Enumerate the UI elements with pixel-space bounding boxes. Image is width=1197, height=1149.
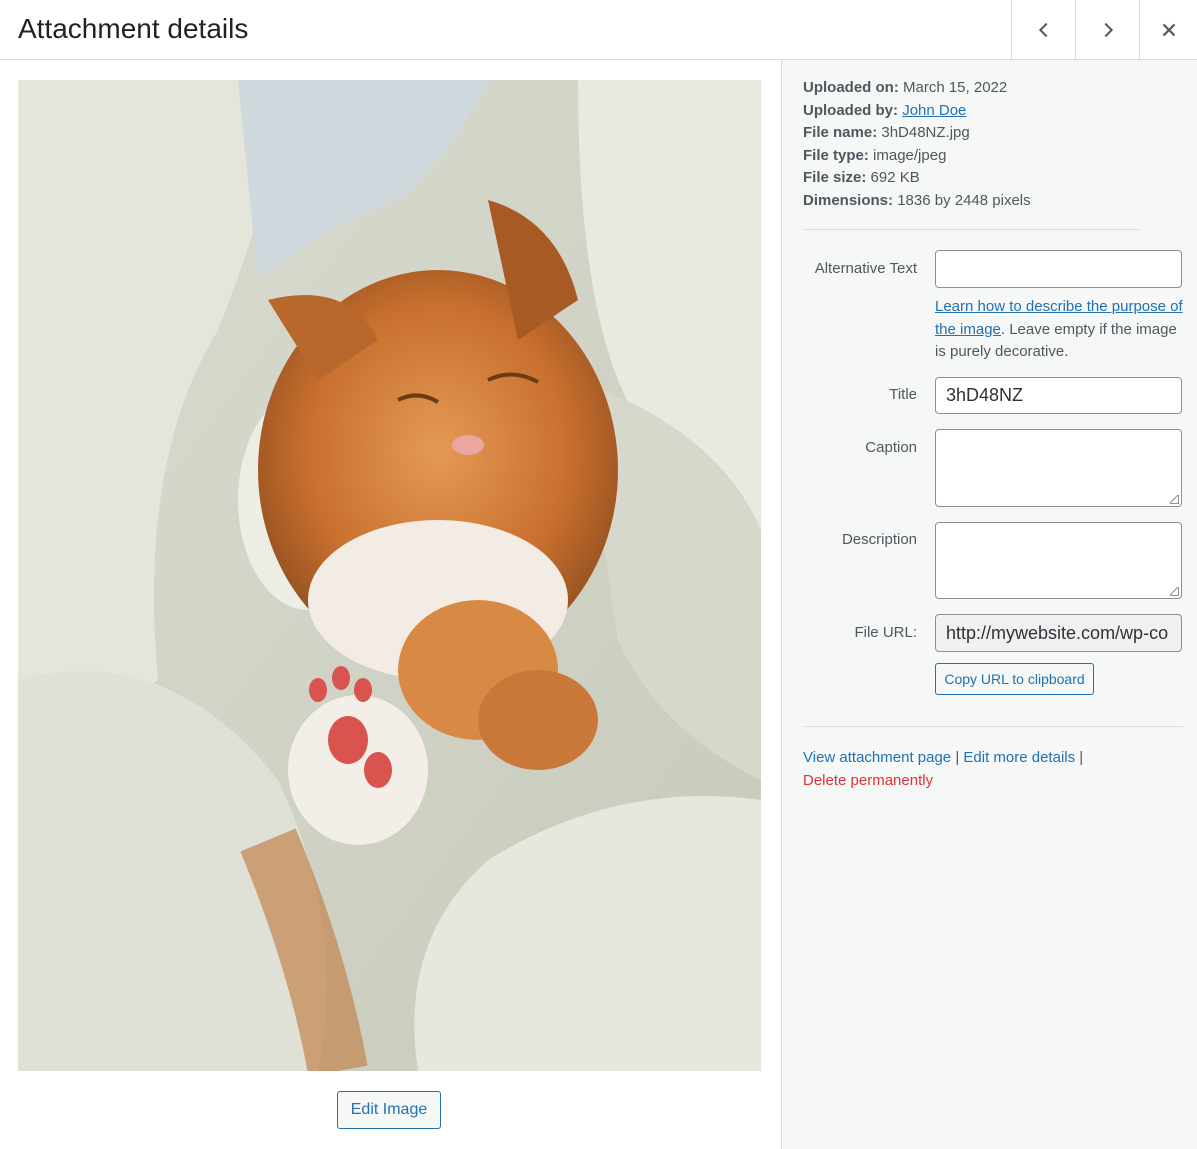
description-textarea[interactable] xyxy=(935,522,1182,599)
alt-text-label: Alternative Text xyxy=(814,260,917,277)
attachment-info-panel: Uploaded on: March 15, 2022 Uploaded by:… xyxy=(781,60,1197,1149)
file-name-value: 3hD48NZ.jpg xyxy=(881,124,970,142)
file-size-value: 692 KB xyxy=(870,169,920,187)
file-name-row: File name: 3hD48NZ.jpg xyxy=(803,122,1031,145)
uploaded-by-label: Uploaded by: xyxy=(803,101,899,119)
page-title: Attachment details xyxy=(18,13,249,44)
file-size-label: File size: xyxy=(803,169,867,187)
attachment-image xyxy=(18,80,761,1071)
title-label: Title xyxy=(889,386,917,403)
attachment-actions: View attachment page | Edit more details… xyxy=(803,747,1083,792)
delete-permanently-link[interactable]: Delete permanently xyxy=(803,772,933,789)
uploaded-by-row: Uploaded by: John Doe xyxy=(803,100,1031,123)
close-icon xyxy=(1162,23,1175,36)
copy-url-button[interactable]: Copy URL to clipboard xyxy=(935,663,1094,695)
uploader-link[interactable]: John Doe xyxy=(902,102,966,119)
divider xyxy=(803,229,1139,230)
file-type-value: image/jpeg xyxy=(873,146,947,164)
description-label: Description xyxy=(841,531,917,548)
file-type-row: File type: image/jpeg xyxy=(803,145,1031,168)
file-type-label: File type: xyxy=(803,146,869,164)
edit-details-link[interactable]: Edit more details xyxy=(963,749,1075,766)
caption-textarea[interactable] xyxy=(935,429,1182,507)
modal-header: Attachment details xyxy=(0,0,1197,60)
dimensions-row: Dimensions: 1836 by 2448 pixels xyxy=(803,190,1031,213)
image-preview-pane: Edit Image xyxy=(0,60,781,1149)
chevron-right-icon xyxy=(1104,22,1113,37)
view-attachment-link[interactable]: View attachment page xyxy=(803,749,951,766)
file-url-label: File URL: xyxy=(854,624,917,641)
caption-label: Caption xyxy=(865,439,917,456)
uploaded-on-row: Uploaded on: March 15, 2022 xyxy=(803,77,1031,100)
separator: | xyxy=(951,749,964,766)
file-size-row: File size: 692 KB xyxy=(803,167,1031,190)
uploaded-on-value: March 15, 2022 xyxy=(903,79,1008,96)
title-input[interactable]: 3hD48NZ xyxy=(935,377,1182,414)
file-details: Uploaded on: March 15, 2022 Uploaded by:… xyxy=(803,77,1031,213)
previous-button[interactable] xyxy=(1011,0,1075,59)
dimensions-label: Dimensions: xyxy=(803,191,894,209)
chevron-left-icon xyxy=(1038,22,1047,37)
close-button[interactable] xyxy=(1139,0,1197,59)
alt-text-input[interactable] xyxy=(935,250,1182,288)
file-name-label: File name: xyxy=(803,124,878,142)
alt-text-help: Learn how to describe the purpose of the… xyxy=(935,296,1185,364)
dimensions-value: 1836 by 2448 pixels xyxy=(897,191,1031,209)
next-button[interactable] xyxy=(1075,0,1139,59)
edit-image-button[interactable]: Edit Image xyxy=(337,1091,441,1129)
separator: | xyxy=(1075,749,1084,766)
divider xyxy=(803,726,1183,727)
file-url-field[interactable]: http://mywebsite.com/wp-co xyxy=(935,614,1182,652)
uploaded-on-label: Uploaded on: xyxy=(803,79,899,96)
